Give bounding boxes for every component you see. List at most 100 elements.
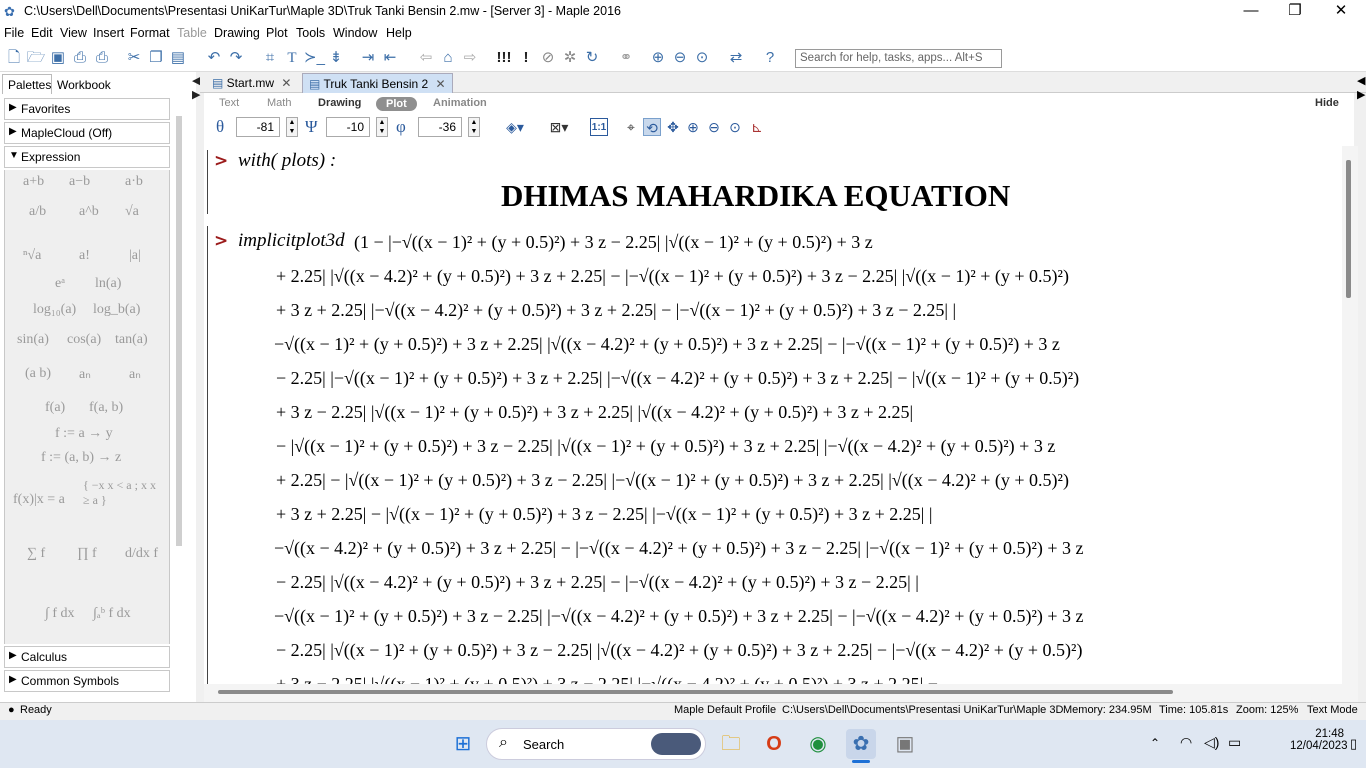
point-probe-icon[interactable]: ⌖: [622, 118, 640, 136]
palette-item[interactable]: a−b: [69, 174, 90, 190]
palette-item[interactable]: sin(a): [17, 332, 49, 348]
palette-item[interactable]: a·b: [125, 174, 143, 190]
palette-expression[interactable]: ▼ Expression: [4, 146, 170, 168]
psi-spinner[interactable]: ▲ ▼: [376, 117, 388, 137]
theta-input[interactable]: -81: [236, 117, 280, 137]
palette-item[interactable]: d/dx f: [125, 546, 158, 562]
vertical-scroll-thumb[interactable]: [1346, 160, 1351, 298]
windows-start-icon[interactable]: ⊞: [448, 729, 478, 759]
home-icon[interactable]: ⌂: [438, 48, 458, 68]
pan-icon[interactable]: ✥: [664, 118, 682, 136]
execute-icon[interactable]: !: [516, 48, 536, 68]
paste-icon[interactable]: ▤: [168, 48, 188, 68]
new-document-icon[interactable]: 🗋: [4, 48, 24, 68]
wifi-icon[interactable]: ◠: [1180, 734, 1192, 751]
menu-edit[interactable]: Edit: [31, 26, 53, 40]
palette-item[interactable]: f := a → y: [55, 426, 113, 442]
ctx-tab-plot[interactable]: Plot: [376, 97, 417, 111]
redo-icon[interactable]: ↷: [226, 48, 246, 68]
text-region-icon[interactable]: ⌗: [260, 48, 280, 68]
expand-right-panel-icon[interactable]: ◀: [1357, 74, 1365, 87]
help-search-input[interactable]: Search for help, tasks, apps... Alt+S: [795, 49, 1002, 68]
volume-icon[interactable]: ◁): [1204, 734, 1219, 751]
restore-button[interactable]: ❐: [1272, 0, 1318, 24]
close-tab-icon[interactable]: ✕: [281, 76, 291, 90]
tab-truk-tanki-bensin-2[interactable]: ▤ Truk Tanki Bensin 2 ✕: [302, 73, 453, 93]
swap-icon[interactable]: ⇄: [726, 48, 746, 68]
palette-maplecloud[interactable]: ▶ MapleCloud (Off): [4, 122, 170, 144]
close-window-button[interactable]: ✕: [1318, 0, 1364, 24]
palette-item[interactable]: ln(a): [95, 276, 121, 292]
palette-item[interactable]: ⁿ√a: [23, 248, 41, 264]
execution-group-icon[interactable]: ⇟: [326, 48, 346, 68]
menu-table[interactable]: Table: [177, 26, 207, 40]
palette-item[interactable]: log₁₀(a): [33, 302, 76, 318]
palette-item[interactable]: cos(a): [67, 332, 101, 348]
palette-item[interactable]: f(x)|x = a: [13, 492, 65, 508]
taskbar-clock[interactable]: 21:48 12/04/2023: [1290, 728, 1348, 752]
forward-icon[interactable]: ⇨: [460, 48, 480, 68]
collapse-right-panel-icon[interactable]: ▶: [1357, 88, 1365, 101]
zoom-in-icon[interactable]: ⊕: [648, 48, 668, 68]
taskbar-search-box[interactable]: ⌕ Search: [486, 728, 706, 760]
palette-item[interactable]: aₙ: [129, 366, 141, 383]
menu-drawing[interactable]: Drawing: [214, 26, 260, 40]
save-icon[interactable]: ▣: [48, 48, 68, 68]
axes-style-icon[interactable]: ⊠▾: [544, 118, 574, 136]
print-preview-icon[interactable]: ⎙: [92, 48, 112, 68]
menu-format[interactable]: Format: [130, 26, 170, 40]
palette-favorites[interactable]: ▶ Favorites: [4, 98, 170, 120]
constrained-scaling-icon[interactable]: 1:1: [590, 118, 608, 136]
menu-help[interactable]: Help: [386, 26, 412, 40]
palette-item[interactable]: { −x x < a ; x x ≥ a }: [83, 478, 165, 508]
phi-spinner[interactable]: ▲ ▼: [468, 117, 480, 137]
help-icon[interactable]: ?: [760, 48, 780, 68]
opera-icon[interactable]: O: [759, 729, 789, 759]
palette-item[interactable]: √a: [125, 204, 139, 220]
minimize-button[interactable]: —: [1228, 0, 1274, 24]
psi-input[interactable]: -10: [326, 117, 370, 137]
text-mode-icon[interactable]: T: [282, 48, 302, 68]
menu-plot[interactable]: Plot: [266, 26, 288, 40]
axes-icon[interactable]: ⊾: [748, 118, 766, 136]
notification-icon[interactable]: ▯: [1350, 736, 1357, 752]
file-explorer-icon[interactable]: 🗀: [716, 729, 746, 759]
palette-item[interactable]: tan(a): [115, 332, 148, 348]
menu-insert[interactable]: Insert: [93, 26, 124, 40]
palette-item[interactable]: (a b): [25, 366, 51, 382]
plot-zoom-out-icon[interactable]: ⊖: [705, 118, 723, 136]
battery-icon[interactable]: ▭: [1228, 734, 1241, 751]
menu-file[interactable]: File: [4, 26, 24, 40]
stop-icon[interactable]: ⊘: [538, 48, 558, 68]
cut-icon[interactable]: ✂: [124, 48, 144, 68]
debug-icon[interactable]: ✲: [560, 48, 580, 68]
open-icon[interactable]: 🗁: [26, 48, 46, 68]
ctx-tab-math[interactable]: Math: [267, 97, 291, 109]
input-with-plots[interactable]: with( plots) :: [238, 150, 336, 172]
palette-scrollbar[interactable]: [176, 116, 182, 546]
ctx-tab-text[interactable]: Text: [219, 97, 239, 109]
palette-item[interactable]: aₙ: [79, 366, 91, 383]
back-icon[interactable]: ⇦: [416, 48, 436, 68]
app-taskbar-icon[interactable]: ▣: [890, 729, 920, 759]
palette-item[interactable]: eᵃ: [55, 276, 65, 292]
copy-icon[interactable]: ❐: [146, 48, 166, 68]
palette-calculus[interactable]: ▶ Calculus: [4, 646, 170, 668]
outdent-icon[interactable]: ⇤: [380, 48, 400, 68]
palette-item[interactable]: f(a): [45, 400, 65, 416]
phi-input[interactable]: -36: [418, 117, 462, 137]
palette-item[interactable]: ∑ f: [27, 546, 45, 562]
plot-zoom-fit-icon[interactable]: ⊙: [726, 118, 744, 136]
maple-taskbar-icon[interactable]: ✿: [846, 729, 876, 759]
print-icon[interactable]: ⎙: [70, 48, 90, 68]
hide-context-button[interactable]: Hide: [1315, 97, 1339, 109]
ctx-tab-drawing[interactable]: Drawing: [318, 97, 361, 109]
palette-common-symbols[interactable]: ▶ Common Symbols: [4, 670, 170, 692]
palette-item[interactable]: a/b: [29, 204, 46, 220]
palette-item[interactable]: ∫ₐᵇ f dx: [93, 606, 131, 622]
menu-window[interactable]: Window: [333, 26, 377, 40]
link-icon[interactable]: ⚭: [616, 48, 636, 68]
palette-item[interactable]: ∏ f: [77, 546, 97, 562]
ctx-tab-animation[interactable]: Animation: [433, 97, 487, 109]
indent-icon[interactable]: ⇥: [358, 48, 378, 68]
